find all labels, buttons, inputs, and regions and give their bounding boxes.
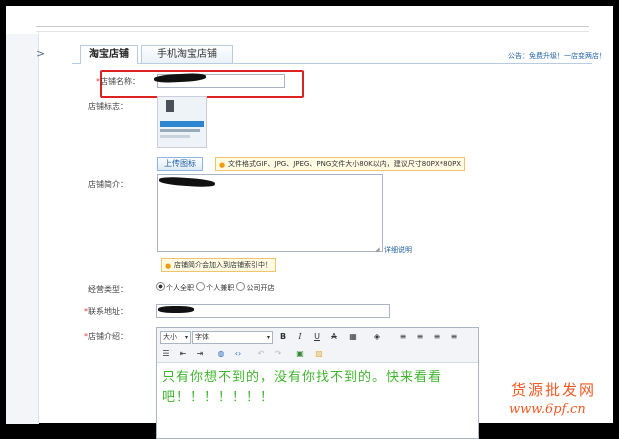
- undo-icon[interactable]: ↶: [255, 348, 267, 359]
- radio-label: 公司开店: [246, 284, 275, 292]
- upload-logo-button[interactable]: 上传图标: [157, 157, 203, 171]
- shop-intro-label: 店铺简介：: [88, 180, 128, 189]
- font-family-select[interactable]: 字体 ▾: [192, 331, 273, 344]
- indent-icon[interactable]: ⇥: [194, 348, 206, 359]
- shop-description-label: *店铺介绍：: [48, 331, 128, 342]
- link-icon[interactable]: ◍: [215, 348, 227, 359]
- align-right-icon[interactable]: ≡: [431, 331, 443, 342]
- table-icon[interactable]: ▦: [347, 331, 359, 342]
- font-size-select[interactable]: 大小 ▾: [160, 331, 191, 344]
- sidebar-toggle-icon[interactable]: >: [36, 47, 45, 60]
- left-side-panel: [6, 34, 39, 424]
- screenshot-frame: > 淘宝店铺 手机淘宝店铺 公告：免费升级！一店变两店！ *店铺名称： 店铺标志…: [6, 6, 613, 439]
- thumbnail-figure: [166, 100, 174, 112]
- tab-taobao-shop[interactable]: 淘宝店铺: [80, 45, 138, 64]
- lightbulb-icon: ●: [219, 161, 226, 169]
- shop-settings-form: 淘宝店铺 手机淘宝店铺 公告：免费升级！一店变两店！ *店铺名称： 店铺标志： …: [48, 39, 606, 439]
- italic-icon[interactable]: I: [294, 331, 306, 342]
- contact-address-label: *联系地址：: [48, 306, 128, 317]
- chevron-down-icon: ▾: [184, 334, 188, 341]
- editor-content[interactable]: 只有你想不到的，没有你找不到的。快来看看吧！！！！！！！: [162, 368, 474, 408]
- watermark-title: 货源批发网: [511, 381, 597, 399]
- intro-index-tip-text: 店铺简介会加入到店铺索引中！: [174, 261, 272, 269]
- radio-label: 个人兼职: [206, 284, 235, 292]
- emoticon-icon[interactable]: ▨: [313, 348, 325, 359]
- outdent-icon[interactable]: ⇤: [177, 348, 189, 359]
- font-size-select-label: 大小: [163, 333, 177, 341]
- top-divider: [36, 26, 589, 27]
- redo-icon[interactable]: ↷: [272, 348, 284, 359]
- radio-label: 个人全职: [166, 284, 194, 292]
- tab-mobile-taobao-shop[interactable]: 手机淘宝店铺: [141, 45, 233, 63]
- radio-icon[interactable]: [236, 282, 246, 291]
- shop-logo-thumbnail: [157, 96, 207, 148]
- align-center-icon[interactable]: ≡: [414, 331, 426, 342]
- logo-format-tip: ● 文件格式GIF、JPG、JPEG、PNG文件大小80K以内，建议尺寸80PX*…: [215, 157, 466, 171]
- radio-icon[interactable]: [196, 282, 206, 291]
- list-icon[interactable]: ☰: [160, 348, 172, 359]
- top-divider-secondary: [36, 31, 589, 32]
- lightbulb-icon: ●: [165, 262, 172, 270]
- business-type-label: 经营类型：: [88, 285, 128, 294]
- radio-personal-parttime[interactable]: 个人兼职: [196, 282, 235, 292]
- shop-name-label-text: 店铺名称：: [100, 77, 140, 86]
- fill-color-icon[interactable]: ◈: [371, 331, 383, 342]
- business-type-radio-group: 个人全职 个人兼职 公司开店: [156, 282, 274, 293]
- rich-text-editor[interactable]: 大小 ▾ 字体 ▾ B I U A ▦ ◈ ≡ ≡ ≡ ≡ ☰ ⇤ ⇥ ◍ ‹› ↶…: [156, 327, 479, 439]
- logo-format-tip-text: 文件格式GIF、JPG、JPEG、PNG文件大小80K以内，建议尺寸80PX*8…: [228, 160, 462, 168]
- chevron-down-icon: ▾: [266, 334, 270, 341]
- redaction-scribble: [158, 306, 194, 313]
- editor-toolbar-row-1: 大小 ▾ 字体 ▾ B I U A ▦ ◈ ≡ ≡ ≡ ≡: [157, 328, 478, 346]
- editor-toolbar-row-2: ☰ ⇤ ⇥ ◍ ‹› ↶ ↷ ▣ ▨: [157, 345, 478, 363]
- tab-bar: 淘宝店铺 手机淘宝店铺 公告：免费升级！一店变两店！: [72, 41, 606, 64]
- thumbnail-header: [160, 121, 204, 127]
- align-left-icon[interactable]: ≡: [397, 331, 409, 342]
- source-code-icon[interactable]: ‹›: [232, 348, 244, 359]
- strikethrough-icon[interactable]: A: [328, 331, 340, 342]
- bold-icon[interactable]: B: [277, 331, 289, 342]
- radio-company[interactable]: 公司开店: [236, 282, 275, 292]
- thumbnail-line: [160, 135, 190, 138]
- shop-logo-label: 店铺标志：: [88, 102, 128, 111]
- underline-icon[interactable]: U: [311, 331, 323, 342]
- shop-name-label: *店铺名称：: [60, 76, 140, 87]
- font-family-select-label: 字体: [195, 333, 209, 341]
- align-justify-icon[interactable]: ≡: [448, 331, 460, 342]
- shop-description-label-text: 店铺介绍：: [88, 332, 128, 341]
- detail-link[interactable]: 详细说明: [384, 245, 412, 255]
- watermark-url: www.6pf.cn: [509, 402, 586, 417]
- thumbnail-line: [160, 129, 200, 132]
- radio-icon[interactable]: [156, 282, 165, 291]
- announcement-link[interactable]: 公告：免费升级！一店变两店！: [508, 51, 606, 61]
- image-icon[interactable]: ▣: [294, 348, 306, 359]
- intro-index-tip: ● 店铺简介会加入到店铺索引中！: [161, 258, 276, 272]
- radio-personal-fulltime[interactable]: 个人全职: [156, 282, 194, 292]
- resize-handle-icon[interactable]: ◢: [375, 246, 380, 253]
- contact-address-label-text: 联系地址：: [88, 307, 128, 316]
